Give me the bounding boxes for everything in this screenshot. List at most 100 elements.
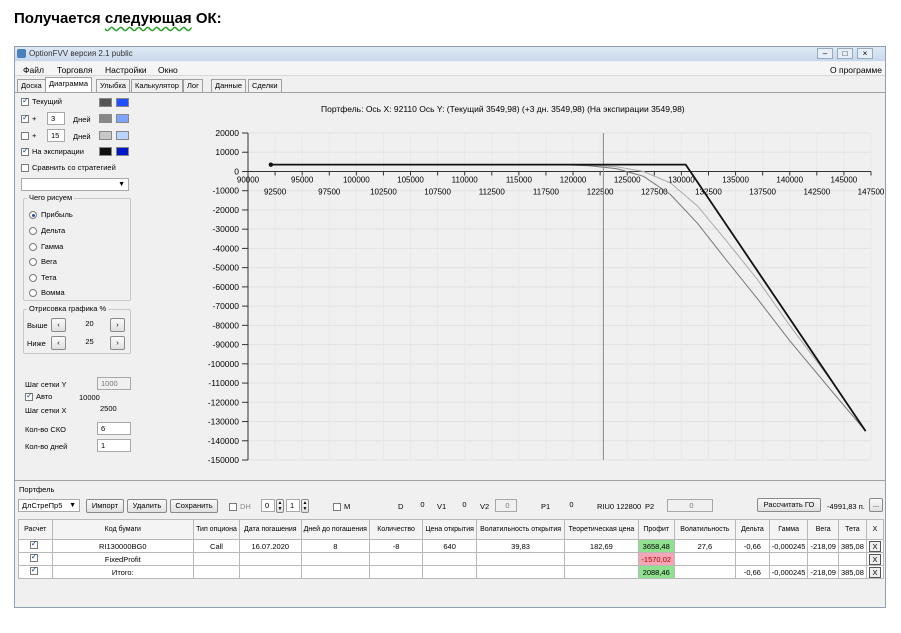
delete-row-button[interactable]: X bbox=[865, 565, 885, 579]
above-decrease-button[interactable]: ‹ bbox=[51, 318, 66, 332]
strategy-select[interactable]: ▼ bbox=[21, 178, 129, 191]
col-code[interactable]: Код бумаги bbox=[51, 519, 195, 540]
table-row[interactable]: FixedProfit -1570,02 X bbox=[18, 552, 885, 566]
menu-about[interactable]: О программе bbox=[830, 65, 882, 75]
radio-delta[interactable]: Дельта bbox=[29, 226, 65, 235]
radio-vomma[interactable]: Вомма bbox=[29, 288, 65, 297]
current-checkbox[interactable] bbox=[21, 96, 29, 106]
col-profit[interactable]: Профит bbox=[637, 519, 675, 540]
expiry-color-1[interactable] bbox=[99, 147, 112, 156]
tab-diagram[interactable]: Диаграмма bbox=[45, 77, 93, 93]
tab-data[interactable]: Данные bbox=[211, 79, 247, 92]
plus-days-2-toggle[interactable]: + bbox=[21, 131, 36, 140]
save-button[interactable]: Сохранить bbox=[170, 499, 218, 513]
col-theo-price[interactable]: Теоретическая цена bbox=[564, 519, 639, 540]
maximize-icon[interactable]: □ bbox=[837, 48, 853, 59]
close-icon[interactable]: × bbox=[857, 48, 873, 59]
compare-toggle[interactable]: Сравнить со стратегией bbox=[21, 163, 116, 172]
col-expiry[interactable]: Дата погашения bbox=[238, 519, 302, 540]
dh-spinner-1[interactable]: ▲ ▼ bbox=[276, 499, 284, 513]
dh-spinner-2[interactable]: ▲ ▼ bbox=[301, 499, 309, 513]
expiry-color-2[interactable] bbox=[116, 147, 129, 156]
below-decrease-button[interactable]: ‹ bbox=[51, 336, 66, 350]
tab-log[interactable]: Лог bbox=[183, 79, 203, 92]
sko-input[interactable]: 6 bbox=[97, 422, 131, 435]
plus-days-2-input[interactable]: 15 bbox=[47, 129, 65, 142]
below-increase-button[interactable]: › bbox=[110, 336, 125, 350]
above-increase-button[interactable]: › bbox=[110, 318, 125, 332]
current-color-2[interactable] bbox=[116, 98, 129, 107]
expiry-checkbox[interactable] bbox=[21, 146, 29, 156]
days-count-input[interactable]: 1 bbox=[97, 439, 131, 452]
radio-gamma-dot[interactable] bbox=[29, 242, 37, 251]
plus-days-1-checkbox[interactable] bbox=[21, 113, 29, 123]
row-calc-checkbox[interactable] bbox=[18, 552, 53, 566]
import-button[interactable]: Импорт bbox=[86, 499, 124, 513]
col-open-vol[interactable]: Волатильность открытия bbox=[476, 519, 565, 540]
radio-theta-dot[interactable] bbox=[29, 273, 37, 282]
radio-vega-dot[interactable] bbox=[29, 257, 37, 266]
dh-checkbox[interactable] bbox=[229, 502, 237, 511]
above-value[interactable]: 20 bbox=[68, 318, 108, 331]
dh-toggle[interactable]: DH bbox=[229, 502, 251, 511]
current-toggle[interactable]: Текущий bbox=[21, 96, 62, 106]
current-color-1[interactable] bbox=[99, 98, 112, 107]
tab-calculator[interactable]: Калькулятор bbox=[131, 79, 183, 92]
col-qty[interactable]: Количество bbox=[368, 519, 424, 540]
col-open-price[interactable]: Цена открытия bbox=[422, 519, 478, 540]
plus-days-1-toggle[interactable]: + bbox=[21, 113, 36, 123]
plus1-color-1[interactable] bbox=[99, 114, 112, 123]
payoff-chart[interactable]: Портфель: Ось X: 92110 Ось Y: (Текущий 3… bbox=[195, 93, 886, 480]
plus-days-1-input[interactable]: 3 bbox=[47, 112, 65, 125]
col-x[interactable]: X bbox=[865, 519, 885, 540]
delete-button[interactable]: Удалить bbox=[127, 499, 167, 513]
radio-profit[interactable]: Прибыль bbox=[29, 210, 73, 219]
m-checkbox[interactable] bbox=[333, 502, 341, 511]
menu-file[interactable]: Файл bbox=[23, 65, 44, 75]
col-gamma[interactable]: Гамма bbox=[768, 519, 809, 540]
compare-checkbox[interactable] bbox=[21, 163, 29, 172]
menu-window[interactable]: Окно bbox=[158, 65, 178, 75]
m-toggle[interactable]: M bbox=[333, 502, 350, 511]
below-value[interactable]: 25 bbox=[68, 336, 108, 349]
close-icon[interactable]: X bbox=[868, 553, 881, 565]
col-days[interactable]: Дней до погашения bbox=[300, 519, 370, 540]
table-row[interactable]: RI130000BG0 Call 16.07.2020 8 -8 640 39,… bbox=[18, 539, 885, 553]
p2-input[interactable]: 0 bbox=[667, 499, 713, 512]
portfolio-select[interactable]: ДлСтреПр5 ▼ bbox=[18, 499, 80, 512]
grid-y-input[interactable]: 1000 bbox=[97, 377, 131, 390]
radio-delta-dot[interactable] bbox=[29, 226, 37, 235]
col-vega[interactable]: Вега bbox=[807, 519, 839, 540]
dh-input-2[interactable]: 1 bbox=[286, 499, 300, 512]
calc-go-button[interactable]: Рассчитать ГО bbox=[757, 498, 821, 512]
delete-row-button[interactable]: X bbox=[865, 552, 885, 566]
col-delta[interactable]: Дельта bbox=[735, 519, 770, 540]
expiry-toggle[interactable]: На экспирации bbox=[21, 146, 84, 156]
radio-gamma[interactable]: Гамма bbox=[29, 242, 63, 251]
auto-toggle[interactable]: Авто bbox=[25, 391, 52, 401]
row-calc-checkbox[interactable] bbox=[18, 565, 53, 579]
auto-checkbox[interactable] bbox=[25, 391, 33, 401]
radio-theta[interactable]: Тета bbox=[29, 273, 57, 282]
menu-trade[interactable]: Торговля bbox=[57, 65, 93, 75]
menu-settings[interactable]: Настройки bbox=[105, 65, 147, 75]
plus1-color-2[interactable] bbox=[116, 114, 129, 123]
p1-value[interactable]: 0 bbox=[555, 499, 585, 512]
v1-value[interactable]: 0 bbox=[452, 499, 474, 512]
plus-days-2-checkbox[interactable] bbox=[21, 131, 29, 140]
close-icon[interactable]: X bbox=[868, 566, 881, 578]
row-calc-checkbox[interactable] bbox=[18, 539, 53, 553]
col-theta[interactable]: Тета bbox=[837, 519, 867, 540]
tab-deals[interactable]: Сделки bbox=[248, 79, 282, 92]
close-icon[interactable]: X bbox=[868, 540, 881, 552]
d-value[interactable]: 0 bbox=[410, 499, 432, 512]
minimize-icon[interactable]: – bbox=[817, 48, 833, 59]
v2-input[interactable]: 0 bbox=[495, 499, 517, 512]
col-vol[interactable]: Волатильность bbox=[673, 519, 737, 540]
radio-vega[interactable]: Вега bbox=[29, 257, 57, 266]
more-button[interactable]: ... bbox=[869, 498, 883, 512]
radio-profit-dot[interactable] bbox=[29, 210, 37, 219]
plus2-color-1[interactable] bbox=[99, 131, 112, 140]
radio-vomma-dot[interactable] bbox=[29, 288, 37, 297]
plus2-color-2[interactable] bbox=[116, 131, 129, 140]
